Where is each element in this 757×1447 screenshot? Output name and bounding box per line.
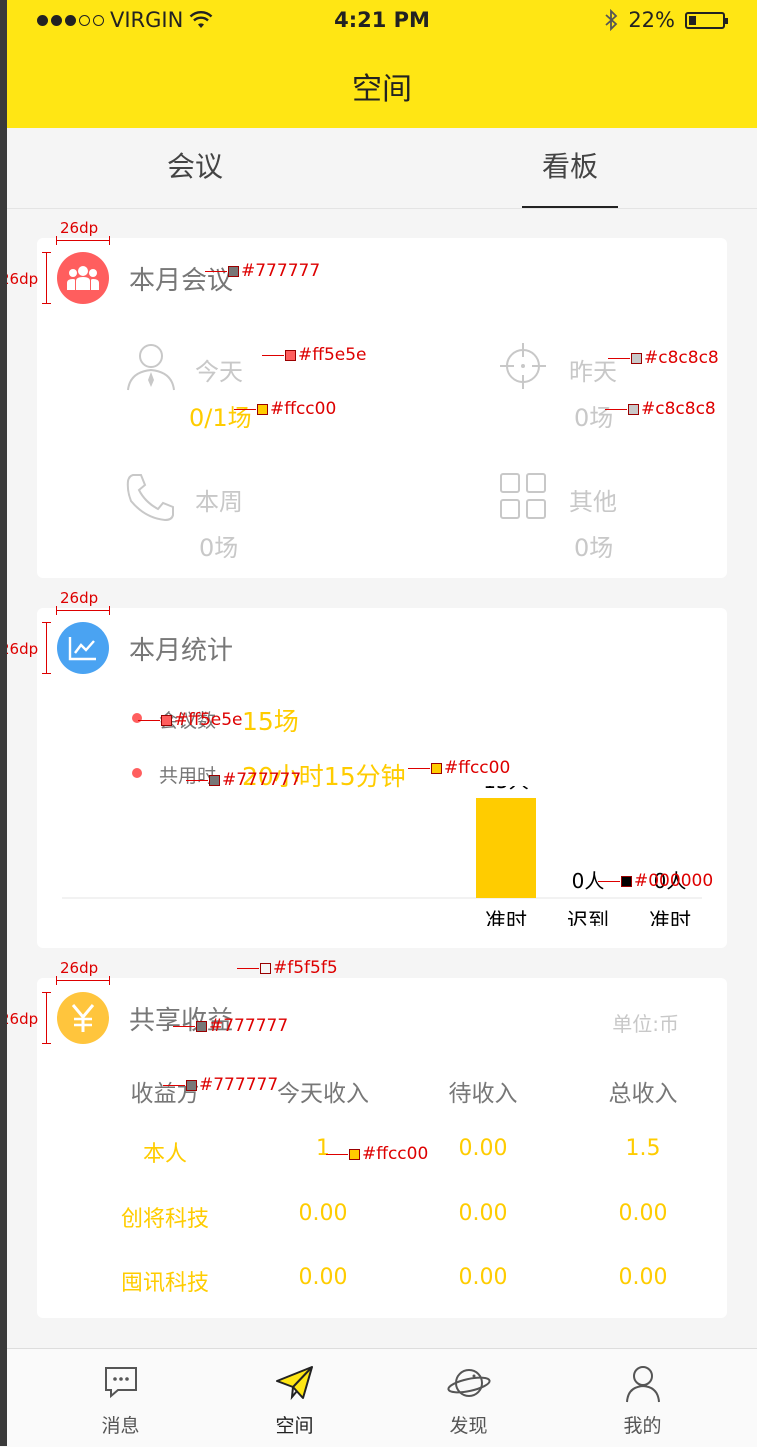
color-annotation: #777777 [186,770,301,790]
tab-meetings[interactable]: 会议 [95,128,295,208]
bottom-nav: 消息 空间 发现 我的 [7,1348,757,1447]
table-header: 待收入 [448,1081,518,1107]
bottom-nav-space[interactable]: 空间 [201,1349,388,1447]
page-title: 空间 [352,72,412,107]
chat-icon [104,1367,137,1399]
table-cell: 0.00 [298,1201,348,1226]
planet-icon [446,1369,491,1397]
stats-card: 本月统计 会议数 15场 共用时 20小时15分钟 15人准时0人迟到0人准时 [37,608,727,948]
color-annotation: #ffcc00 [408,758,510,778]
color-annotation: #777777 [173,1016,288,1036]
bottom-nav-label: 空间 [275,1415,314,1437]
grid-icon [500,473,546,519]
quick-value-week: 0场 [199,534,239,562]
bluetooth-icon [605,9,618,31]
crosshair-icon [500,343,546,389]
table-cell: 0.00 [298,1265,348,1290]
color-annotation: #ff5e5e [262,345,367,365]
color-annotation: #ffcc00 [234,399,336,419]
tab-bar: 会议 看板 [7,128,757,209]
bottom-nav-label: 发现 [449,1415,488,1437]
unit-label: 单位:币 [612,1012,679,1036]
phone-icon [126,474,174,522]
color-annotation: #f5f5f5 [237,958,338,978]
chart-category-label: 迟到 [567,909,609,926]
dimension-label: 26dp [60,959,99,977]
tab-board[interactable]: 看板 [470,128,670,208]
table-cell: 0.00 [618,1265,668,1290]
battery-icon [685,11,728,29]
left-edge-bar [0,0,7,1446]
person-icon [127,344,175,391]
bottom-nav-mine[interactable]: 我的 [549,1349,736,1447]
status-right: 22% [604,8,728,32]
chart-bar [476,798,536,898]
stats-card-title: 本月统计 [129,636,234,666]
dimension-label: 26dp [60,219,99,237]
color-annotation: #c8c8c8 [605,399,716,419]
bottom-nav-label: 消息 [101,1415,140,1437]
bottom-nav-label: 我的 [623,1415,662,1437]
meeting-count-value: 15场 [242,707,299,736]
table-cell: 囤讯科技 [120,1271,209,1296]
color-annotation: #ffcc00 [326,1144,428,1164]
dimension-label: 26dp [60,589,99,607]
color-annotation: #ff5e5e [138,710,243,730]
quick-title-other: 其他 [569,488,617,516]
chart-category-label: 准时 [485,909,527,926]
quick-value-other: 0场 [574,534,614,562]
quick-title-week: 本周 [195,488,243,516]
bottom-nav-discover[interactable]: 发现 [375,1349,562,1447]
table-cell: 本人 [142,1142,187,1167]
chart-category-label: 准时 [649,909,691,926]
table-cell: 0.00 [458,1265,508,1290]
color-annotation: #000000 [598,871,713,891]
bottom-nav-messages[interactable]: 消息 [27,1349,214,1447]
table-cell: 0.00 [458,1201,508,1226]
line-chart-icon [57,622,109,674]
duration-dot [132,768,142,778]
status-bar: VIRGIN 4:21 PM 22% [7,0,757,42]
yen-icon [57,992,109,1044]
table-cell: 0.00 [618,1201,668,1226]
attendance-chart: 15人准时0人迟到0人准时 [62,786,702,926]
group-icon [57,252,109,304]
color-annotation: #c8c8c8 [608,348,719,368]
color-annotation: #777777 [163,1075,278,1095]
chart-data-label: 15人 [483,786,528,793]
table-cell: 创将科技 [120,1207,209,1232]
paper-plane-icon [275,1366,313,1401]
header: VIRGIN 4:21 PM 22% 空间 [7,0,757,128]
table-cell: 1.5 [625,1136,661,1161]
quick-title-today: 今天 [195,358,243,386]
user-icon [625,1366,660,1403]
battery-percent: 22% [628,8,675,32]
table-header: 总收入 [608,1081,678,1107]
color-annotation: #777777 [205,261,320,281]
